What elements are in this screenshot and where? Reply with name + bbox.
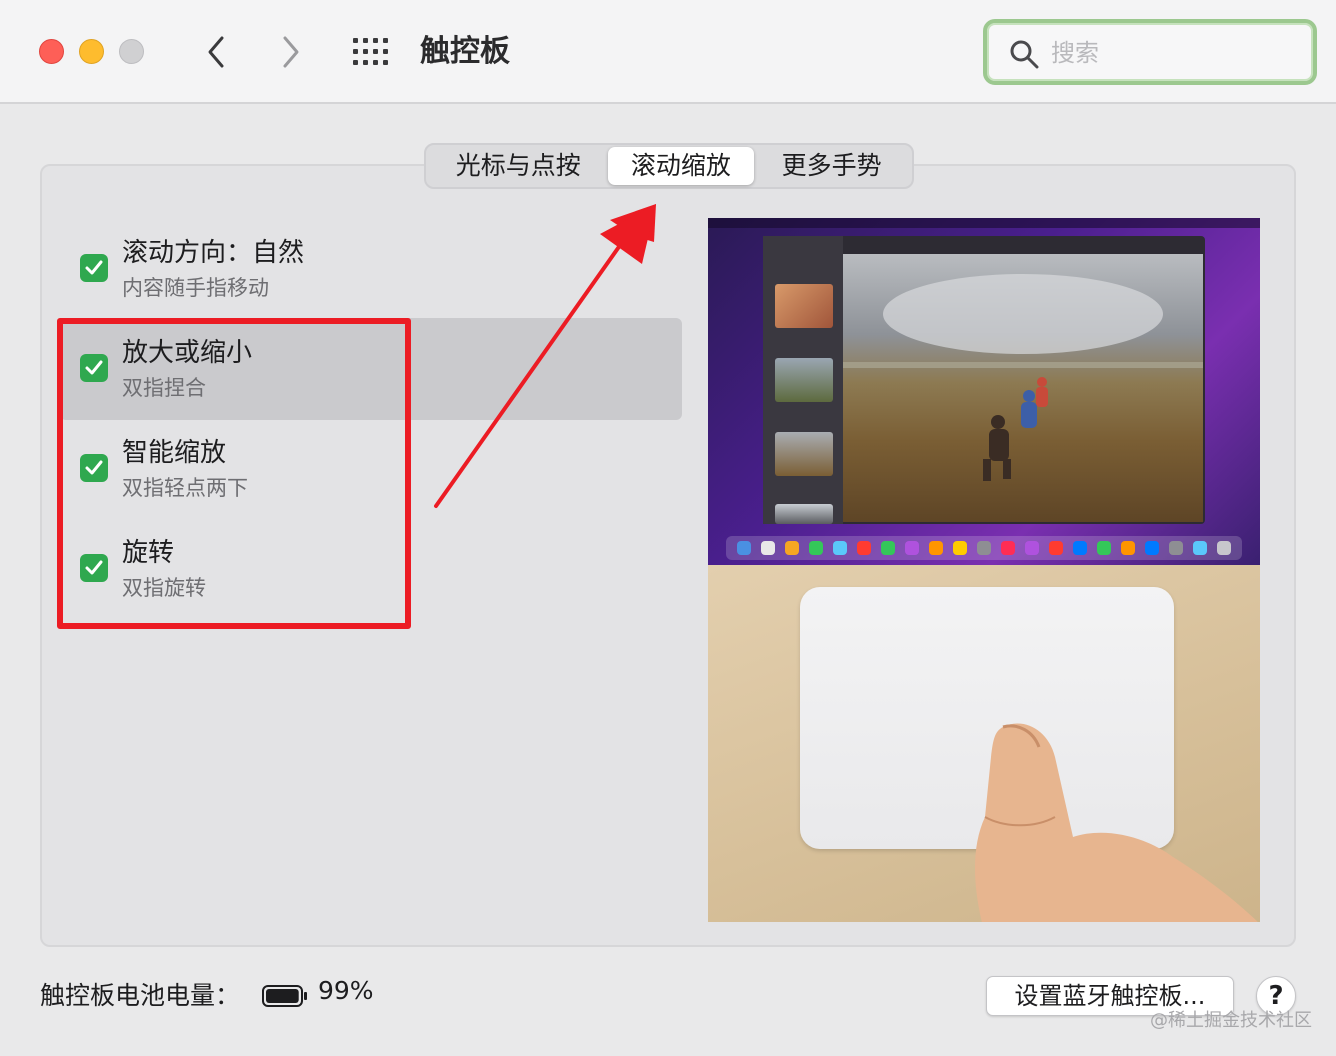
- preview-photo: [843, 254, 1203, 522]
- preview-thumb: [775, 284, 833, 328]
- search-input[interactable]: [1051, 33, 1301, 73]
- annotation-arrow: [434, 204, 656, 508]
- annotation-highlight-box: [57, 318, 411, 629]
- chevron-left-icon: [208, 36, 224, 68]
- preview-screen: [708, 218, 1260, 565]
- search-field[interactable]: [983, 19, 1317, 85]
- preview-desk: [708, 565, 1260, 922]
- tab-scroll-and-zoom[interactable]: 滚动缩放: [607, 147, 755, 185]
- tab-point-and-click[interactable]: 光标与点按: [429, 147, 608, 185]
- checkmark-icon: [85, 260, 103, 275]
- tab-more-gestures[interactable]: 更多手势: [754, 147, 909, 185]
- title-bar: 触控板: [0, 0, 1336, 104]
- preview-dock: [726, 536, 1242, 560]
- minimize-window-button[interactable]: [79, 39, 104, 64]
- window-title: 触控板: [420, 34, 510, 69]
- battery-icon: [262, 985, 307, 1007]
- segmented-tabs: 光标与点按 滚动缩放 更多手势: [424, 143, 914, 189]
- battery-percent: 99%: [318, 976, 374, 1005]
- gesture-preview-image: [708, 218, 1260, 922]
- chevron-right-icon: [283, 36, 299, 68]
- zoom-window-button[interactable]: [119, 39, 144, 64]
- preview-app-window: [763, 236, 1205, 524]
- search-icon: [1010, 40, 1039, 69]
- option-subtitle: 内容随手指移动: [122, 276, 269, 300]
- preview-figures: [843, 274, 1203, 481]
- preview-menubar: [708, 218, 1260, 228]
- show-all-grid-icon[interactable]: [352, 37, 390, 67]
- close-window-button[interactable]: [39, 39, 64, 64]
- preview-thumb: [775, 358, 833, 402]
- checkbox-scroll-direction[interactable]: [80, 254, 108, 282]
- back-button[interactable]: [196, 30, 236, 74]
- preview-sidebar: [763, 236, 843, 524]
- battery-label: 触控板电池电量：: [40, 981, 241, 1010]
- preview-hand: [975, 723, 1258, 922]
- forward-button[interactable]: [271, 30, 311, 74]
- watermark: @稀土掘金技术社区: [1150, 1010, 1312, 1031]
- preview-thumb: [775, 432, 833, 476]
- option-title: 滚动方向：自然: [122, 238, 305, 268]
- preview-thumb: [775, 504, 833, 524]
